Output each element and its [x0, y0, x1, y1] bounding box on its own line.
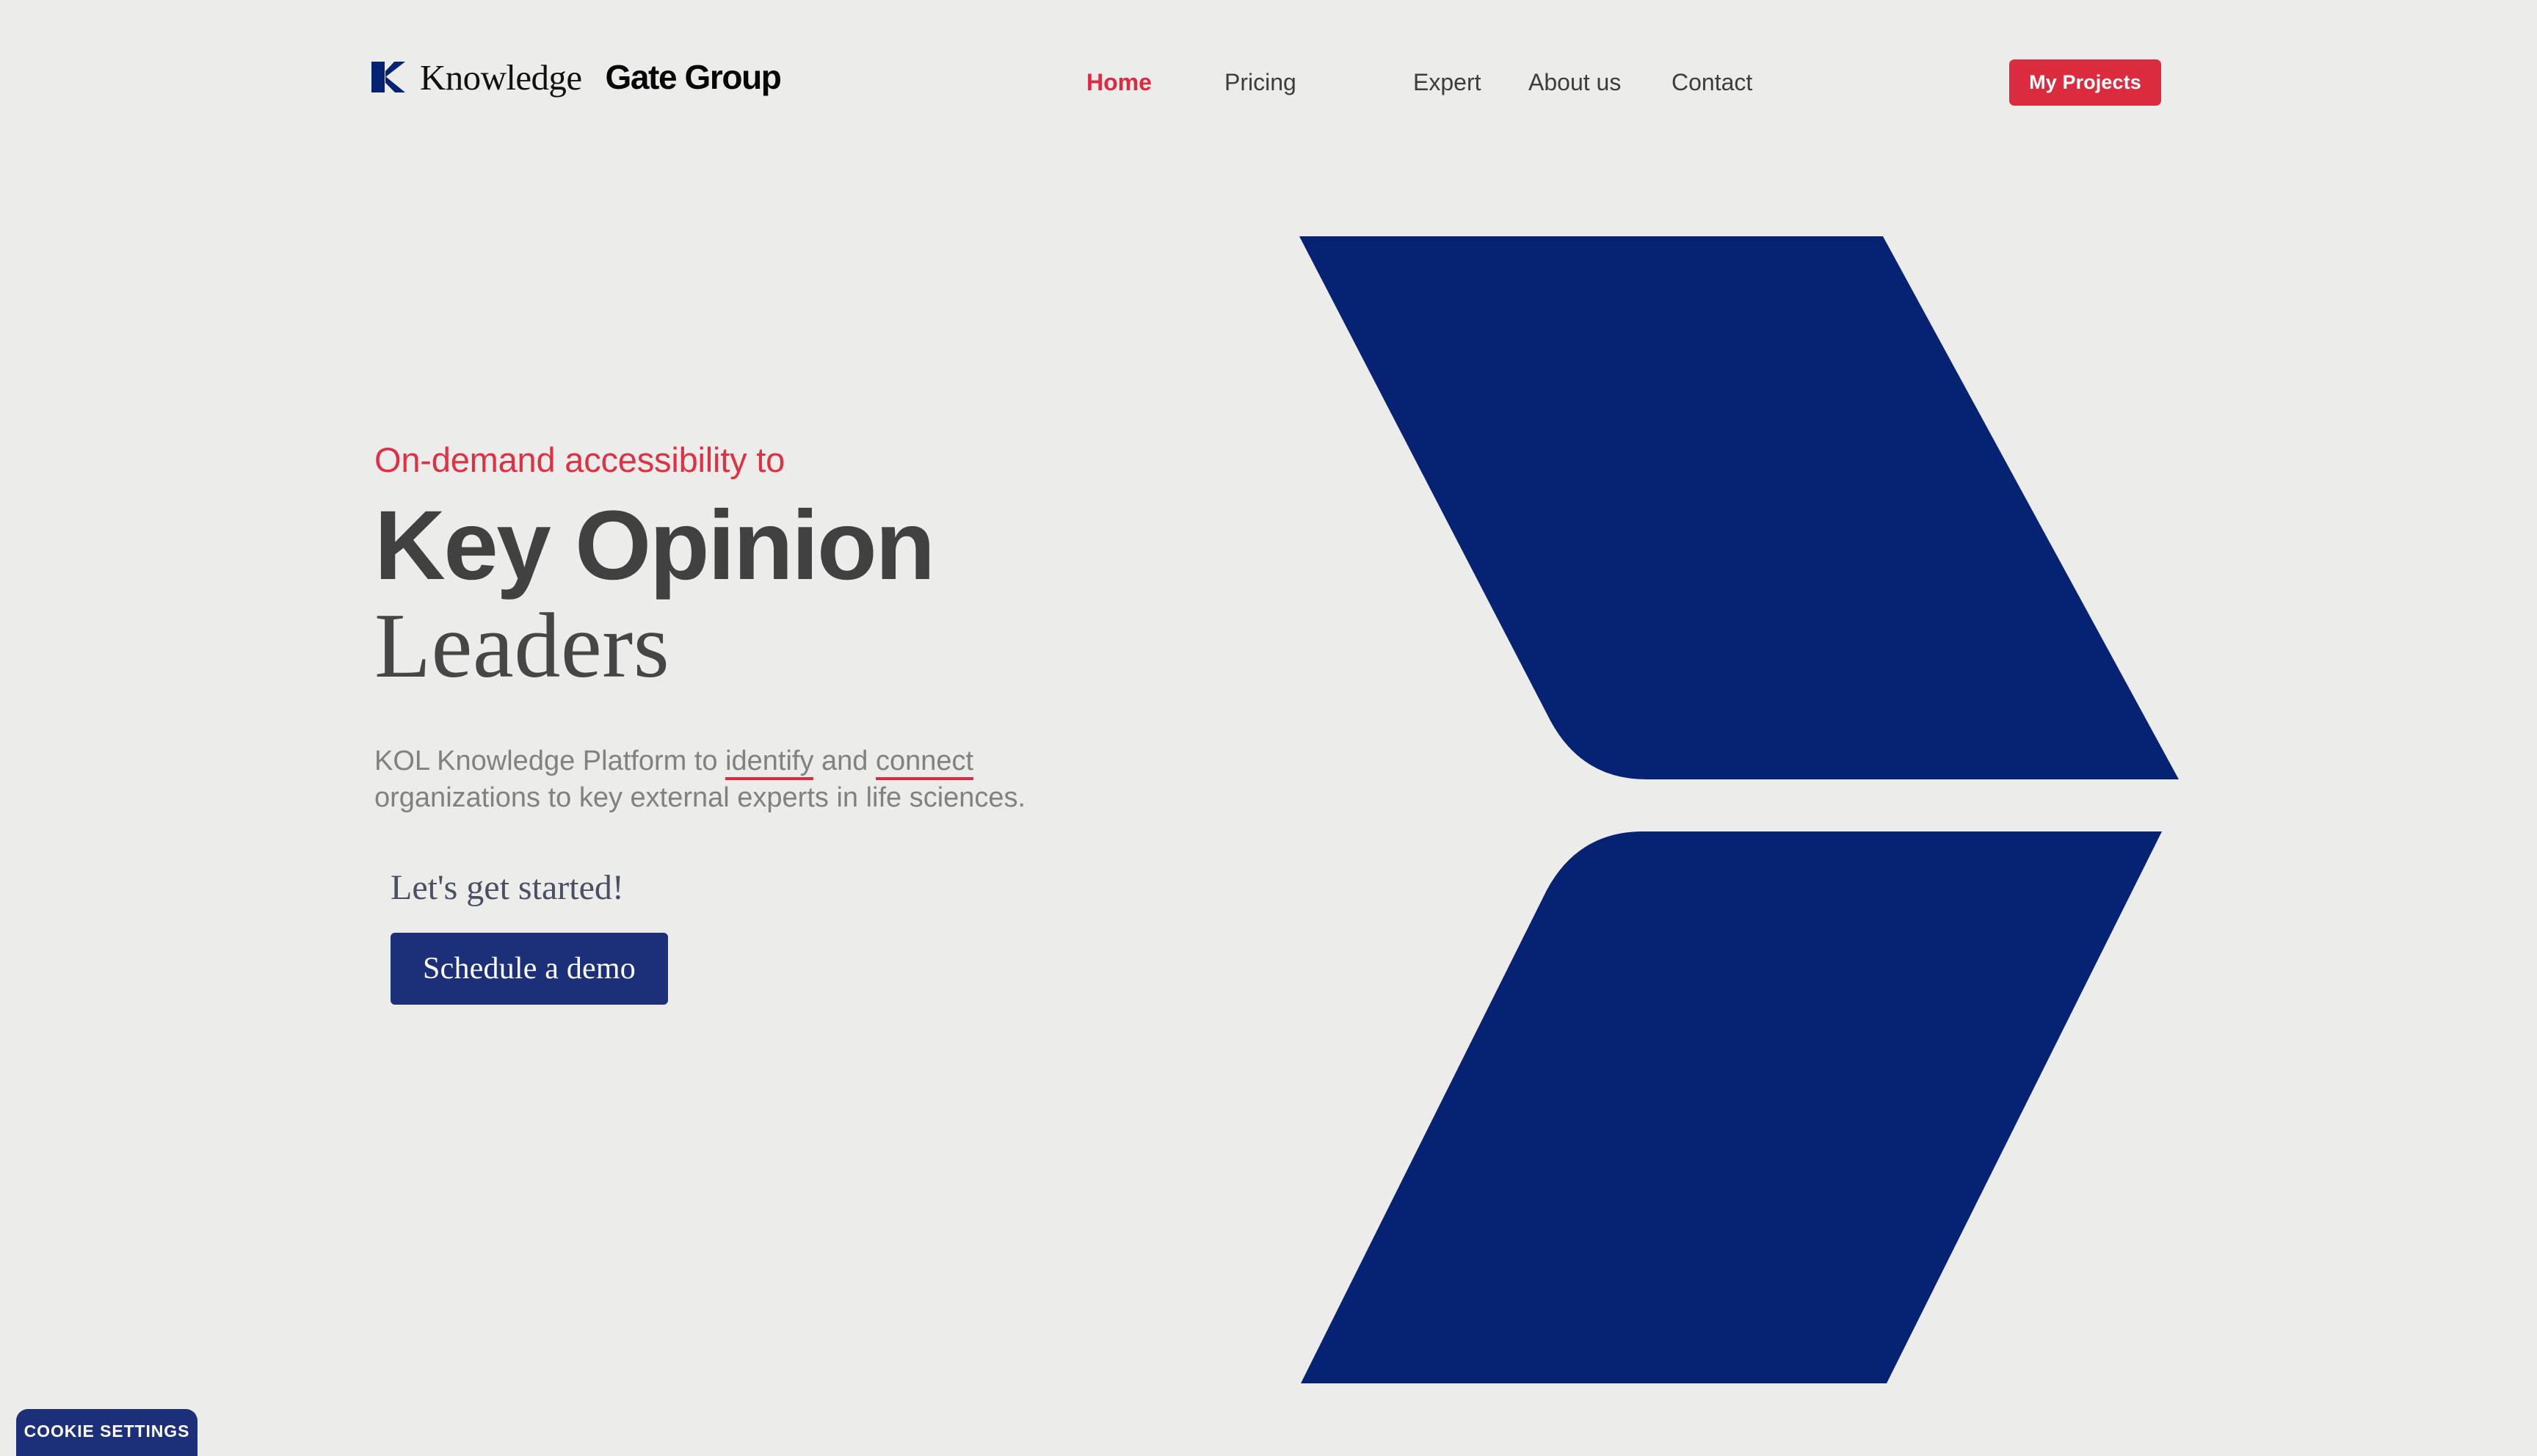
headline-line-2: Leaders — [374, 594, 670, 697]
hero-eyebrow: On-demand accessibility to — [374, 440, 785, 479]
page-title: Key Opinion Leaders — [374, 491, 1255, 702]
hero-shape-top-parallelogram — [1299, 236, 2179, 779]
knowledge-gate-k-icon — [371, 59, 405, 95]
cta-heading: Let's get started! — [391, 867, 624, 907]
nav-item-pricing[interactable]: Pricing — [1224, 66, 1296, 98]
hero-description-link-identify[interactable]: identify — [725, 745, 814, 780]
cookie-settings-button[interactable]: COOKIE SETTINGS — [16, 1409, 197, 1456]
hero-section: On-demand accessibility to Key Opinion L… — [374, 440, 1255, 1005]
nav-item-contact[interactable]: Contact — [1672, 66, 1752, 98]
hero-description: KOL Knowledge Platform to identify and c… — [374, 743, 1108, 817]
site-header: Knowledge Gate Group Home Pricing Expert… — [0, 0, 2537, 139]
hero-description-part-3: organizations to key external experts in… — [374, 782, 1026, 814]
hero-cta-block: Let's get started! Schedule a demo — [391, 867, 1255, 1005]
hero-description-part-1: KOL Knowledge Platform to — [374, 745, 726, 776]
site-logo[interactable]: Knowledge Gate Group — [371, 56, 782, 98]
headline-line-1: Key Opinion — [374, 491, 935, 601]
nav-item-about-us[interactable]: About us — [1528, 66, 1621, 98]
schedule-a-demo-button[interactable]: Schedule a demo — [391, 932, 668, 1005]
hero-description-part-2: and — [813, 745, 876, 776]
nav-item-home[interactable]: Home — [1086, 66, 1152, 98]
hero-shape-bottom-parallelogram — [1301, 831, 2162, 1383]
logo-word-gate-group: Gate Group — [605, 58, 781, 96]
nav-item-expert[interactable]: Expert — [1413, 66, 1481, 98]
logo-word-knowledge: Knowledge — [420, 57, 582, 98]
hero-description-link-connect[interactable]: connect — [876, 745, 974, 780]
my-projects-button[interactable]: My Projects — [2009, 59, 2161, 106]
